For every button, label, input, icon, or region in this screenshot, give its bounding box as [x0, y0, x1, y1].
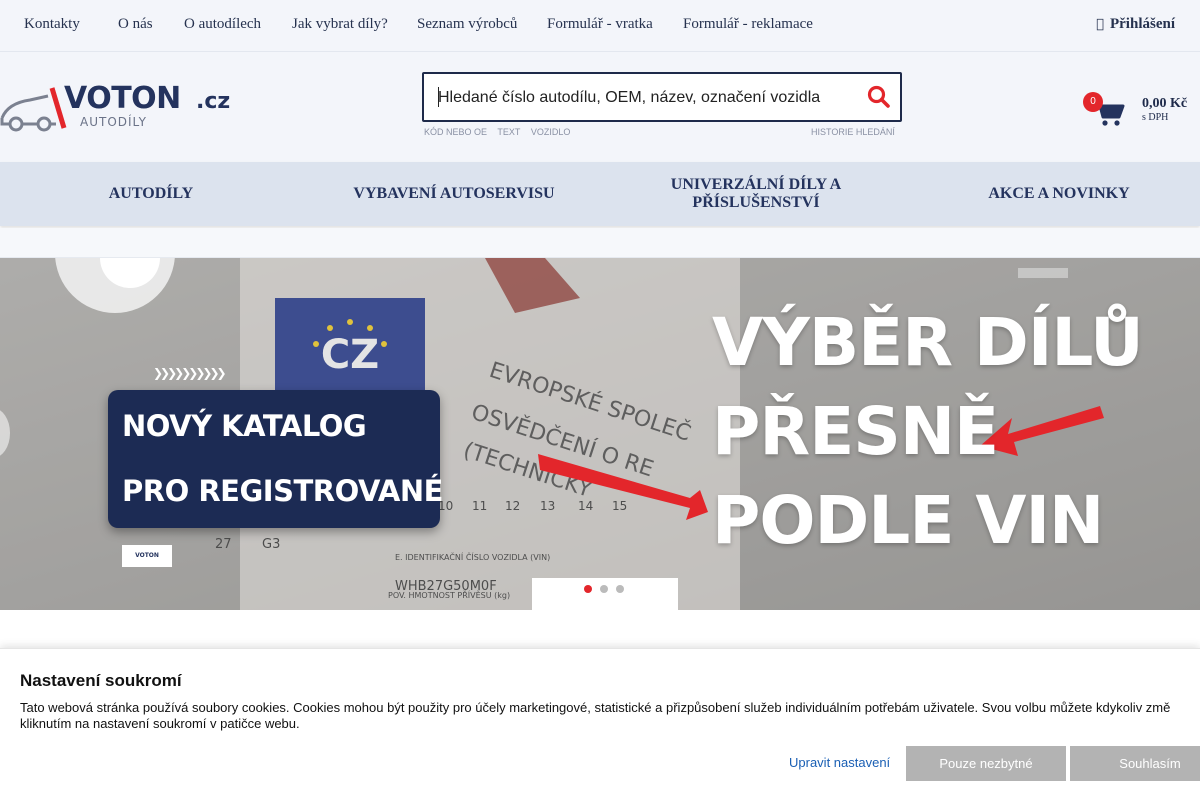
search-mode-tags: KÓD NEBO OE TEXT VOZIDLO [424, 127, 578, 137]
search-tag-vehicle[interactable]: VOZIDLO [531, 127, 571, 137]
sub-bar [0, 228, 1200, 258]
site-logo[interactable]: VOTON .cz AUTODÍLY [0, 82, 240, 134]
svg-text:27: 27 [215, 537, 232, 552]
login-link[interactable]:  Přihlášení [1096, 16, 1175, 33]
svg-text:13: 13 [540, 499, 555, 513]
top-link-seznam-vyrobcu[interactable]: Seznam výrobců [417, 16, 517, 33]
slider-dot-1[interactable] [584, 585, 592, 593]
decorative-chevrons: ❯❯❯❯❯❯❯❯❯❯ [153, 366, 227, 380]
svg-text:12: 12 [505, 499, 520, 513]
banner-headline-line-2: PŘESNĚ [712, 393, 999, 470]
svg-text:E. IDENTIFIKAČNÍ ČÍSLO VOZIDLA: E. IDENTIFIKAČNÍ ČÍSLO VOZIDLA (VIN) [395, 551, 550, 562]
search-icon[interactable] [866, 84, 892, 110]
slider-dots [584, 580, 632, 598]
search-input[interactable] [438, 86, 848, 110]
nav-item-akce-a-novinky[interactable]: AKCE A NOVINKY [966, 162, 1152, 226]
svg-text:14: 14 [578, 499, 593, 513]
top-link-jak-vybrat-dily[interactable]: Jak vybrat díly? [292, 16, 388, 33]
nav-item-vybaveni-autoservisu[interactable]: VYBAVENÍ AUTOSERVISU [330, 162, 578, 226]
hero-banner[interactable]: CZ EVROPSKÉ SPOLEČ OSVĚDČENÍ O RE (TECHN… [0, 258, 1200, 610]
cart-vat-label: s DPH [1142, 112, 1169, 123]
top-link-o-nas[interactable]: O nás [118, 16, 153, 33]
svg-text:11: 11 [472, 499, 487, 513]
search-history-link[interactable]: HISTORIE HLEDÁNÍ [811, 127, 895, 137]
logo-tld: .cz [196, 89, 231, 114]
cookie-accept-button[interactable]: Souhlasím [1070, 746, 1200, 781]
cart-widget[interactable]: 0 0,00 Kč s DPH [1080, 90, 1195, 132]
banner-headline-line-1: VÝBĚR DÍLŮ [712, 304, 1144, 381]
nav-item-univerzalni-dily[interactable]: UNIVERZÁLNÍ DÍLY A PŘÍSLUŠENSTVÍ [646, 162, 866, 226]
cookie-necessary-only-button[interactable]: Pouze nezbytné [906, 746, 1066, 781]
cookie-settings-link[interactable]: Upravit nastavení [789, 755, 890, 770]
banner-card-line-2: PRO REGISTROVANÉ [122, 474, 443, 508]
top-link-formular-reklamace[interactable]: Formulář - reklamace [683, 16, 813, 33]
nav-item-autodily[interactable]: AUTODÍLY [52, 162, 250, 226]
search-tag-code[interactable]: KÓD NEBO OE [424, 127, 487, 137]
banner-mini-logo: VOTON [122, 545, 172, 567]
top-link-o-autodilech[interactable]: O autodílech [184, 16, 261, 33]
svg-text:CZ: CZ [321, 332, 379, 378]
logo-subtitle: AUTODÍLY [80, 115, 147, 129]
cookie-title: Nastavení soukromí [20, 671, 182, 690]
main-category-nav: AUTODÍLY VYBAVENÍ AUTOSERVISU UNIVERZÁLN… [0, 162, 1200, 226]
top-link-kontakty[interactable]: Kontakty [24, 16, 80, 33]
top-link-formular-vratka[interactable]: Formulář - vratka [547, 16, 653, 33]
site-header: VOTON .cz AUTODÍLY KÓD NEBO OE TEXT VOZI… [0, 52, 1200, 162]
svg-text:G3: G3 [262, 537, 280, 552]
slider-dot-3[interactable] [616, 585, 624, 593]
car-logo-icon [0, 87, 67, 132]
svg-text:15: 15 [612, 499, 627, 513]
login-label: Přihlášení [1109, 16, 1175, 32]
banner-promo-card: NOVÝ KATALOG PRO REGISTROVANÉ [108, 390, 443, 528]
search-tag-text[interactable]: TEXT [497, 127, 520, 137]
cart-count-badge: 0 [1083, 92, 1103, 112]
banner-headline-line-3: PODLE VIN [712, 482, 1104, 559]
cart-total-price: 0,00 Kč [1142, 96, 1188, 111]
text-caret [438, 87, 439, 107]
cookie-consent-panel: Nastavení soukromí Tato webová stránka p… [0, 648, 1200, 800]
logo-wordmark: VOTON [64, 81, 181, 116]
user-icon:  [1096, 17, 1104, 32]
svg-text:POV. HMOTNOST PŘÍVĚSU (kg): POV. HMOTNOST PŘÍVĚSU (kg) [388, 589, 510, 600]
cookie-text: Tato webová stránka používá soubory cook… [20, 700, 1171, 731]
banner-card-line-1: NOVÝ KATALOG [122, 409, 367, 443]
search-box [422, 72, 902, 122]
slider-dot-2[interactable] [600, 585, 608, 593]
top-links-bar: Kontakty O nás O autodílech Jak vybrat d… [0, 0, 1200, 52]
